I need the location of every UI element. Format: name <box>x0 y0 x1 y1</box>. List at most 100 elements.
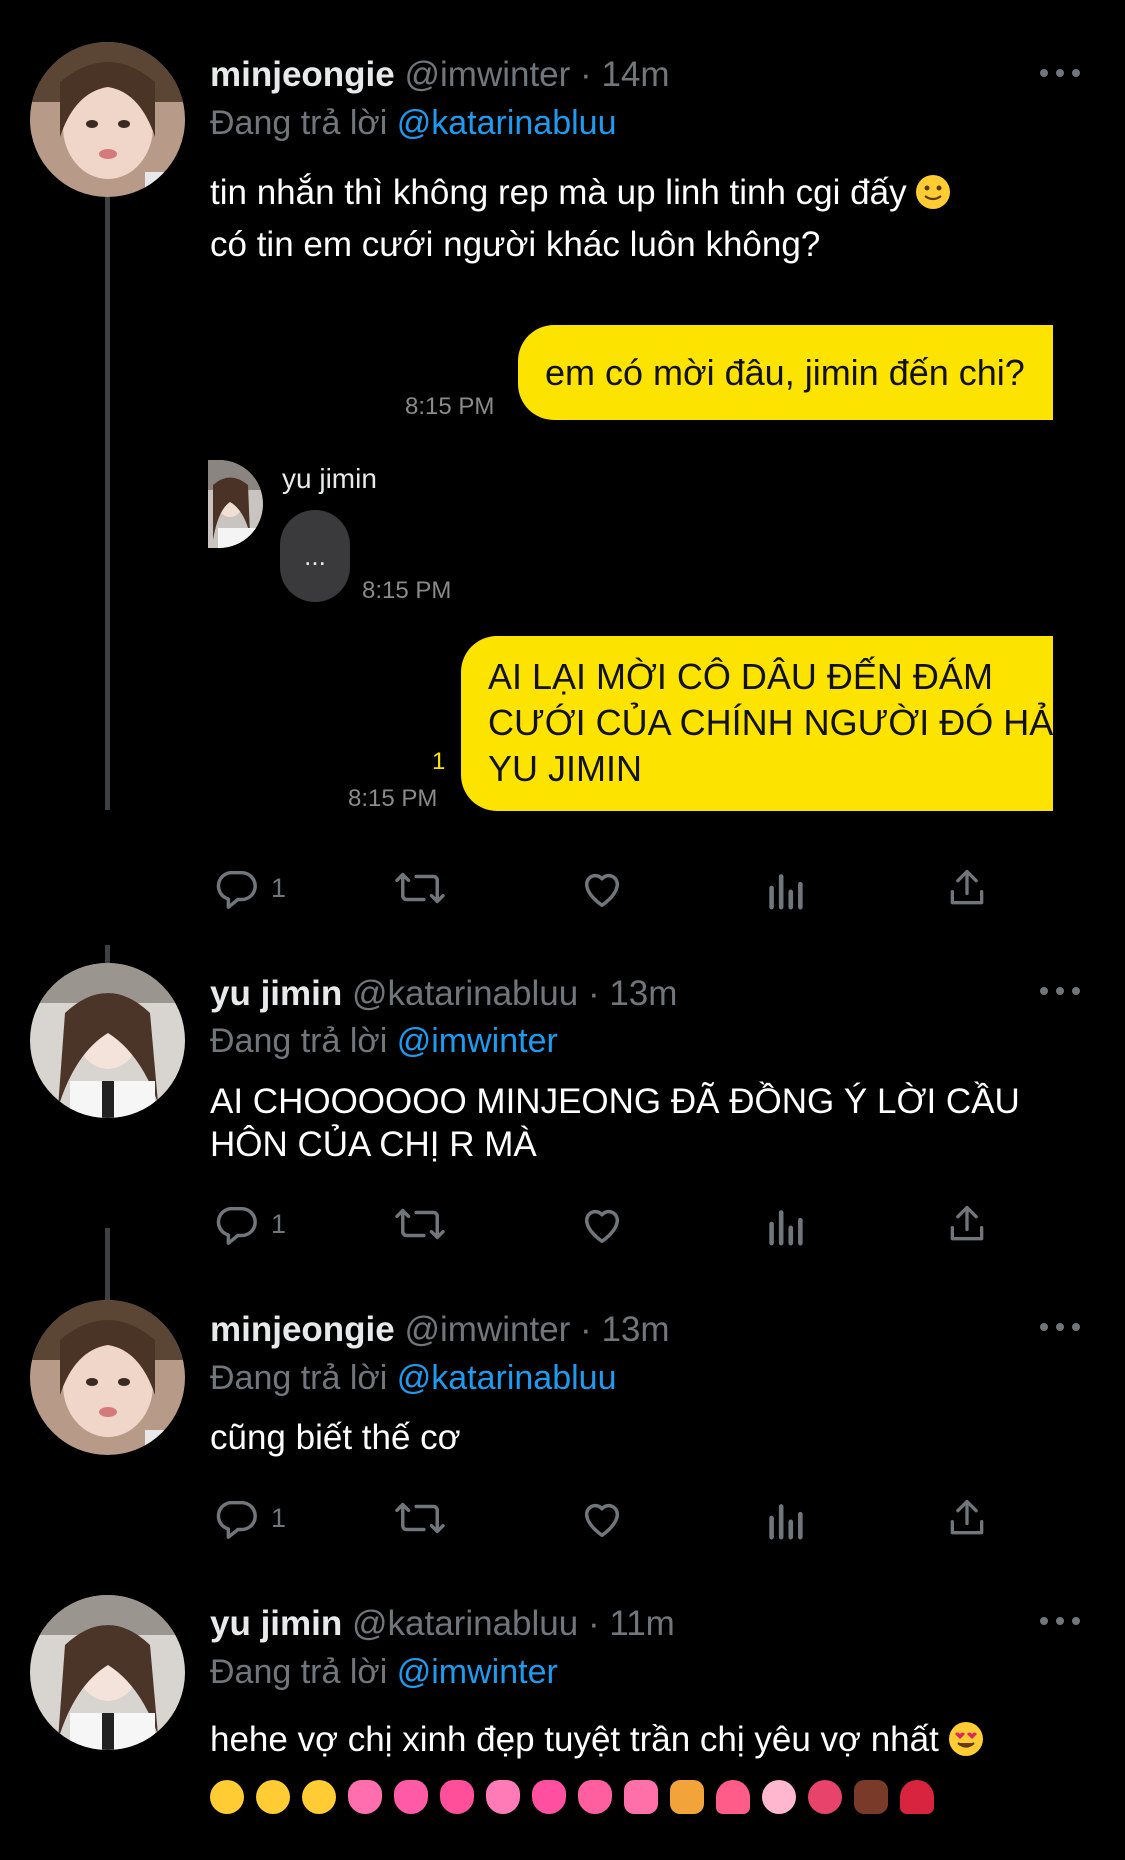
share-button[interactable] <box>945 1199 989 1249</box>
heart-eyes-emoji-icon <box>948 1722 983 1756</box>
replying-prefix: Đang trả lời <box>210 1359 388 1397</box>
separator-dot: · <box>587 1604 600 1643</box>
reply-count: 1 <box>271 1208 287 1239</box>
avatar-yu-jimin[interactable] <box>30 1595 185 1750</box>
heart-ribbon-emoji-icon <box>624 1780 658 1814</box>
emoji-row <box>210 1780 934 1814</box>
share-icon <box>950 1499 984 1535</box>
views-button[interactable] <box>765 1493 805 1543</box>
views-button[interactable] <box>765 863 805 913</box>
chat-message-line: AI LẠI MỜI CÔ DÂU ĐẾN ĐÁM <box>488 656 993 697</box>
replying-to: Đang trả lời @imwinter <box>210 1652 558 1692</box>
more-icon[interactable] <box>1040 1611 1080 1631</box>
display-name[interactable]: minjeongie <box>210 1310 395 1349</box>
retweet-button[interactable] <box>393 863 447 913</box>
retweet-button[interactable] <box>393 1199 447 1249</box>
display-name[interactable]: minjeongie <box>210 55 395 94</box>
mention-link[interactable]: @katarinabluu <box>397 104 617 142</box>
replying-to: Đang trả lời @katarinabluu <box>210 103 616 143</box>
slight-smile-emoji-icon <box>916 175 951 209</box>
mention-link[interactable]: @imwinter <box>397 1022 558 1060</box>
tweet-header: minjeongie @imwinter · 14m <box>210 55 670 95</box>
avatar-minjeongie[interactable] <box>30 1300 185 1455</box>
retweet-button[interactable] <box>393 1493 447 1543</box>
tweet-actions: 1 <box>210 1493 1000 1543</box>
bouquet-emoji-icon <box>670 1780 704 1814</box>
smiling-hearts-emoji-icon <box>210 1780 244 1814</box>
wilted-flower-emoji-icon <box>854 1780 888 1814</box>
share-icon <box>950 869 984 905</box>
avatar-minjeongie[interactable] <box>30 42 185 197</box>
share-icon <box>950 1205 984 1241</box>
like-button[interactable] <box>578 863 626 913</box>
hibiscus-emoji-icon <box>808 1780 842 1814</box>
cherry-blossom-emoji-icon <box>762 1780 796 1814</box>
reply-icon <box>216 870 257 909</box>
replying-prefix: Đang trả lời <box>210 1022 388 1060</box>
reply-count: 1 <box>271 1502 287 1533</box>
separator-dot: · <box>580 1310 592 1349</box>
like-icon <box>584 873 620 907</box>
chat-bubble-outgoing: AI LẠI MỜI CÔ DÂU ĐẾN ĐÁM CƯỚI CỦA CHÍNH… <box>461 636 1053 811</box>
like-icon <box>584 1503 620 1537</box>
chat-message-line: YU JIMIN <box>488 748 643 789</box>
replying-prefix: Đang trả lời <box>210 1653 388 1691</box>
chat-sender-name: yu jimin <box>282 463 377 494</box>
chat-time: 8:15 PM <box>348 785 438 812</box>
more-icon[interactable] <box>1040 1317 1080 1337</box>
more-icon[interactable] <box>1040 981 1080 1001</box>
timestamp[interactable]: 11m <box>609 1604 675 1643</box>
tweet-header: minjeongie @imwinter · 13m <box>210 1310 670 1350</box>
mention-link[interactable]: @imwinter <box>397 1653 558 1691</box>
tulip-emoji-icon <box>716 1780 750 1814</box>
avatar-yu-jimin[interactable] <box>30 963 185 1118</box>
retweet-icon <box>395 872 445 904</box>
retweet-icon <box>395 1208 445 1240</box>
sparkling-heart-emoji-icon <box>532 1780 566 1814</box>
display-name[interactable]: yu jimin <box>210 1604 342 1643</box>
display-name[interactable]: yu jimin <box>210 974 342 1013</box>
reply-icon <box>216 1206 257 1245</box>
chat-bubble-outgoing: em có mời đâu, jimin đến chi? <box>518 325 1053 420</box>
kissing-smiling-emoji-icon <box>302 1780 336 1814</box>
handle[interactable]: @katarinabluu <box>352 974 578 1013</box>
timestamp[interactable]: 13m <box>601 1310 669 1349</box>
chat-message: em có mời đâu, jimin đến chi? <box>545 352 1025 393</box>
reply-button[interactable]: 1 <box>213 1199 286 1249</box>
beating-heart-emoji-icon <box>486 1780 520 1814</box>
separator-dot: · <box>587 974 600 1013</box>
tweet-text: tin nhắn thì không rep mà up linh tinh c… <box>210 167 1080 271</box>
more-icon[interactable] <box>1040 63 1080 83</box>
like-button[interactable] <box>578 1493 626 1543</box>
separator-dot: · <box>580 55 592 94</box>
chat-time: 8:15 PM <box>362 577 452 604</box>
typing-dots: ... <box>304 540 326 571</box>
handle[interactable]: @katarinabluu <box>352 1604 578 1643</box>
tweet-header: yu jimin @katarinabluu · 11m <box>210 1604 675 1644</box>
rose-emoji-icon <box>900 1780 934 1814</box>
tweet-header: yu jimin @katarinabluu · 13m <box>210 974 677 1014</box>
views-icon <box>769 1210 803 1246</box>
share-button[interactable] <box>945 863 989 913</box>
mention-link[interactable]: @katarinabluu <box>397 1359 617 1397</box>
tweet-text-line: AI CHOOOOOO MINJEONG ĐÃ ĐỒNG Ý LỜI CẦU <box>210 1082 1020 1121</box>
handle[interactable]: @imwinter <box>404 1310 570 1349</box>
chat-message-line: CƯỚI CỦA CHÍNH NGƯỜI ĐÓ HẢ <box>488 702 1053 743</box>
reply-button[interactable]: 1 <box>213 1493 286 1543</box>
handle[interactable]: @imwinter <box>404 55 570 94</box>
chat-time: 8:15 PM <box>405 393 495 420</box>
views-button[interactable] <box>765 1199 805 1249</box>
like-icon <box>584 1209 620 1243</box>
typing-indicator: ... <box>280 510 350 602</box>
views-icon <box>769 1504 803 1540</box>
chat-avatar-yu-jimin <box>208 460 263 548</box>
tweet-actions: 1 <box>210 1199 1000 1249</box>
reply-button[interactable]: 1 <box>213 863 286 913</box>
tweet-text-line: có tin em cưới người khác luôn không? <box>210 225 821 264</box>
timestamp[interactable]: 14m <box>601 55 669 94</box>
retweet-icon <box>395 1502 445 1534</box>
timestamp[interactable]: 13m <box>609 974 677 1013</box>
heart-arrow-emoji-icon <box>578 1780 612 1814</box>
like-button[interactable] <box>578 1199 626 1249</box>
share-button[interactable] <box>945 1493 989 1543</box>
